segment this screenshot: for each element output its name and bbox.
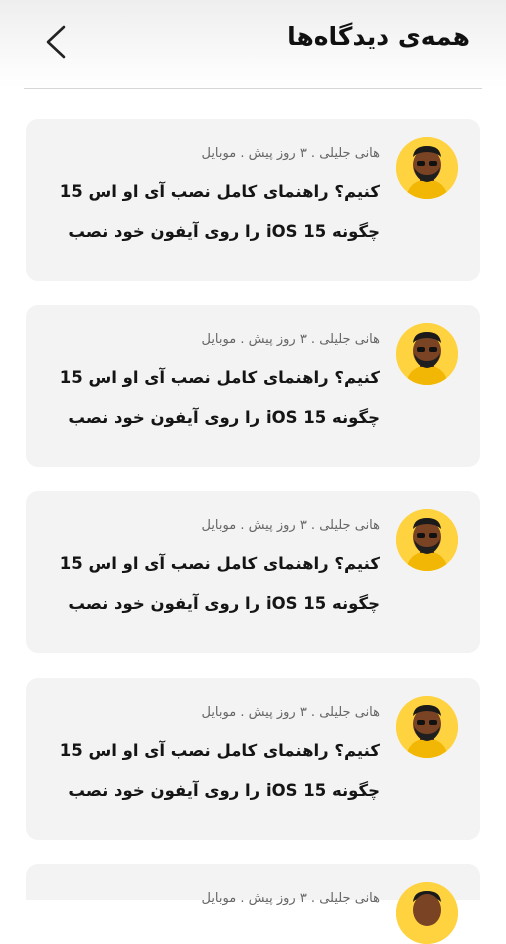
comments-list: هانی جلیلی . ۳ روز پیش . موبایل کنیم؟ را… <box>0 0 506 944</box>
comment-title-line1: کنیم؟ راهنمای کامل نصب آی او اس 15 <box>59 554 380 573</box>
comment-title-line2: چگونه iOS 15 را روی آیفون خود نصب <box>68 222 380 241</box>
comment-title-line2: چگونه iOS 15 را روی آیفون خود نصب <box>68 594 380 613</box>
comment-meta: هانی جلیلی . ۳ روز پیش . موبایل <box>201 891 380 906</box>
comment-title-line2: چگونه iOS 15 را روی آیفون خود نصب <box>68 781 380 800</box>
comment-title-line1: کنیم؟ راهنمای کامل نصب آی او اس 15 <box>59 368 380 387</box>
comment-title-line1: کنیم؟ راهنمای کامل نصب آی او اس 15 <box>59 182 380 201</box>
user-avatar-icon <box>396 509 458 571</box>
comment-title-line2: چگونه iOS 15 را روی آیفون خود نصب <box>68 408 380 427</box>
user-avatar-icon <box>396 323 458 385</box>
comment-card[interactable]: هانی جلیلی . ۳ روز پیش . موبایل <box>26 864 480 944</box>
comment-title-line1: کنیم؟ راهنمای کامل نصب آی او اس 15 <box>59 741 380 760</box>
avatar <box>396 323 458 385</box>
user-avatar-icon <box>396 882 458 944</box>
avatar <box>396 696 458 758</box>
comment-card[interactable]: هانی جلیلی . ۳ روز پیش . موبایل کنیم؟ را… <box>26 305 480 467</box>
avatar <box>396 137 458 199</box>
comment-card[interactable]: هانی جلیلی . ۳ روز پیش . موبایل کنیم؟ را… <box>26 119 480 281</box>
user-avatar-icon <box>396 696 458 758</box>
comment-card[interactable]: هانی جلیلی . ۳ روز پیش . موبایل کنیم؟ را… <box>26 491 480 653</box>
user-avatar-icon <box>396 137 458 199</box>
avatar <box>396 509 458 571</box>
comment-meta: هانی جلیلی . ۳ روز پیش . موبایل <box>201 518 380 533</box>
comment-meta: هانی جلیلی . ۳ روز پیش . موبایل <box>201 146 380 161</box>
avatar <box>396 882 458 944</box>
comment-meta: هانی جلیلی . ۳ روز پیش . موبایل <box>201 705 380 720</box>
comment-meta: هانی جلیلی . ۳ روز پیش . موبایل <box>201 332 380 347</box>
comment-card[interactable]: هانی جلیلی . ۳ روز پیش . موبایل کنیم؟ را… <box>26 678 480 840</box>
